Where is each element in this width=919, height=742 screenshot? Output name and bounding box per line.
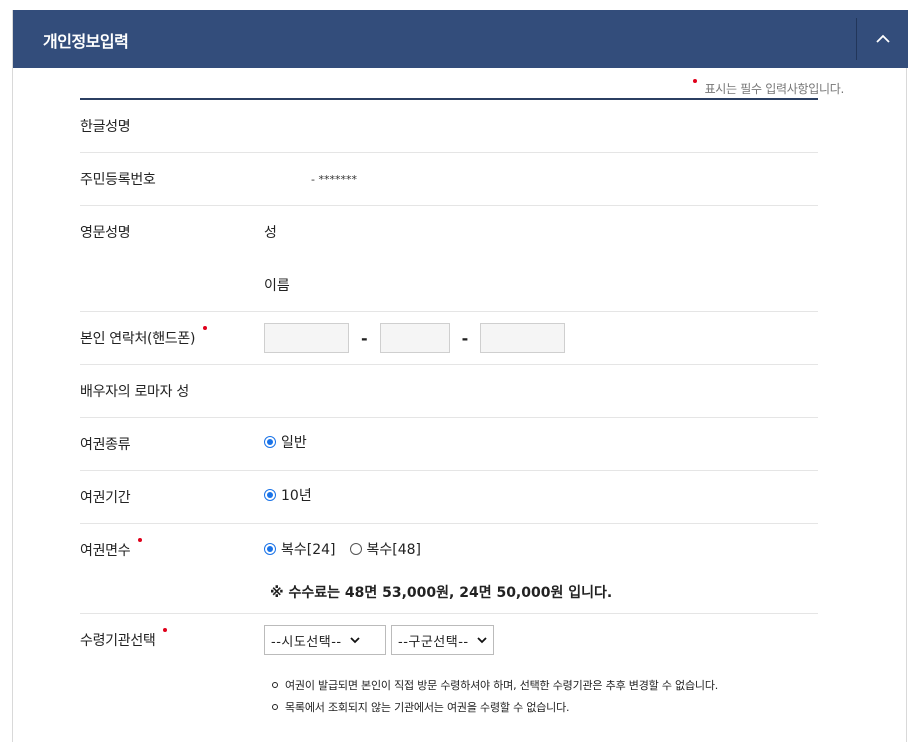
passport-pages-24-radio[interactable]: 복수[24] (264, 539, 336, 559)
radio-label: 10년 (281, 488, 312, 504)
pickup-office-label: 수령기관선택 (80, 614, 168, 666)
english-surname-row: 성 (264, 206, 277, 258)
fee-note: ※ 수수료는 48면 53,000원, 24면 50,000원 입니다. (270, 585, 613, 601)
radio-selected-icon (264, 489, 276, 501)
required-dot-icon (203, 326, 208, 330)
passport-period-label: 여권기간 (80, 490, 131, 506)
phone-label: 본인 연락처(핸드폰) (80, 312, 208, 364)
personal-info-form: 한글성명 주민등록번호 - ******* 영문성명 성 이름 본인 연락처(핸… (80, 98, 818, 734)
pickup-note-text: 여권이 발급되면 본인이 직접 방문 수령하셔야 하며, 선택한 수령기관은 추… (285, 679, 719, 692)
phone-label-text: 본인 연락처(핸드폰) (80, 331, 196, 347)
korean-name-label: 한글성명 (80, 119, 131, 135)
english-surname-label: 성 (264, 225, 277, 241)
collapse-button[interactable] (857, 10, 908, 68)
phone-part3-input[interactable] (480, 323, 566, 353)
passport-pages-label: 여권면수 (80, 524, 143, 576)
required-dot-icon (138, 538, 143, 542)
phone-part1-input[interactable] (264, 323, 349, 353)
radio-label: 복수[48] (366, 542, 422, 558)
passport-type-label: 여권종류 (80, 437, 131, 453)
required-note: 표시는 필수 입력사항입니다. (692, 79, 845, 97)
chevron-down-icon (476, 636, 487, 643)
bullet-circle-icon (272, 682, 278, 688)
row-spouse-surname: 배우자의 로마자 성 (80, 365, 818, 418)
required-dot-icon (163, 628, 168, 632)
pickup-office-selects: --시도선택-- --구군선택-- (264, 614, 499, 666)
resident-number-masked: - ******* (311, 172, 357, 186)
pickup-note-item: 여권이 발급되면 본인이 직접 방문 수령하셔야 하며, 선택한 수령기관은 추… (272, 674, 718, 696)
resident-number-label: 주민등록번호 (80, 172, 156, 188)
passport-pages-options: 복수[24] 복수[48] (264, 523, 435, 575)
row-phone: 본인 연락처(핸드폰) - - (80, 312, 818, 365)
passport-pages-label-text: 여권면수 (80, 543, 131, 559)
row-pickup-office: 수령기관선택 --시도선택-- --구군선택-- 여권이 발급되면 본인이 직접… (80, 614, 818, 734)
panel-title: 개인정보입력 (43, 32, 129, 51)
row-passport-period: 여권기간 10년 (80, 471, 818, 524)
pickup-office-label-text: 수령기관선택 (80, 633, 156, 649)
pickup-notes: 여권이 발급되면 본인이 직접 방문 수령하셔야 하며, 선택한 수령기관은 추… (272, 674, 718, 718)
radio-label: 복수[24] (281, 542, 336, 558)
province-select-value: --시도선택-- (271, 634, 342, 650)
phone-part2-input[interactable] (379, 323, 450, 353)
pickup-note-text: 목록에서 조회되지 않는 기관에서는 여권을 수령할 수 없습니다. (285, 701, 570, 714)
pickup-note-item: 목록에서 조회되지 않는 기관에서는 여권을 수령할 수 없습니다. (272, 696, 718, 718)
radio-label: 일반 (281, 435, 307, 451)
passport-period-options: 10년 (264, 469, 326, 521)
phone-separator: - (461, 328, 469, 348)
row-english-name: 영문성명 성 이름 (80, 206, 818, 312)
required-note-text: 표시는 필수 입력사항입니다. (704, 82, 845, 96)
row-passport-pages: 여권면수 복수[24] 복수[48] ※ 수수료는 48면 53,000원, 2… (80, 524, 818, 614)
chevron-down-icon (349, 636, 360, 643)
english-given-name-row: 이름 (264, 259, 290, 311)
radio-unselected-icon (349, 543, 362, 555)
english-given-name-label: 이름 (264, 278, 290, 294)
phone-separator: - (361, 328, 368, 348)
radio-selected-icon (264, 543, 276, 555)
bullet-circle-icon (272, 704, 278, 710)
chevron-up-icon (875, 34, 890, 43)
resident-number-value: - ******* (311, 153, 357, 205)
row-resident-number: 주민등록번호 - ******* (80, 153, 818, 206)
district-select-value: --구군선택-- (398, 634, 469, 650)
panel-header: 개인정보입력 (13, 10, 908, 68)
province-select[interactable]: --시도선택-- (264, 625, 386, 655)
row-passport-type: 여권종류 일반 (80, 418, 818, 471)
spouse-surname-label: 배우자의 로마자 성 (80, 384, 189, 400)
passport-type-general-radio[interactable]: 일반 (264, 432, 307, 452)
required-dot-icon (692, 79, 697, 83)
passport-type-options: 일반 (264, 416, 321, 468)
passport-pages-48-radio[interactable]: 복수[48] (349, 539, 422, 559)
english-name-label: 영문성명 (80, 225, 131, 241)
district-select[interactable]: --구군선택-- (391, 625, 494, 655)
radio-selected-icon (264, 436, 276, 448)
row-korean-name: 한글성명 (80, 100, 818, 153)
passport-period-10y-radio[interactable]: 10년 (264, 485, 312, 505)
phone-inputs: - - (264, 312, 566, 364)
